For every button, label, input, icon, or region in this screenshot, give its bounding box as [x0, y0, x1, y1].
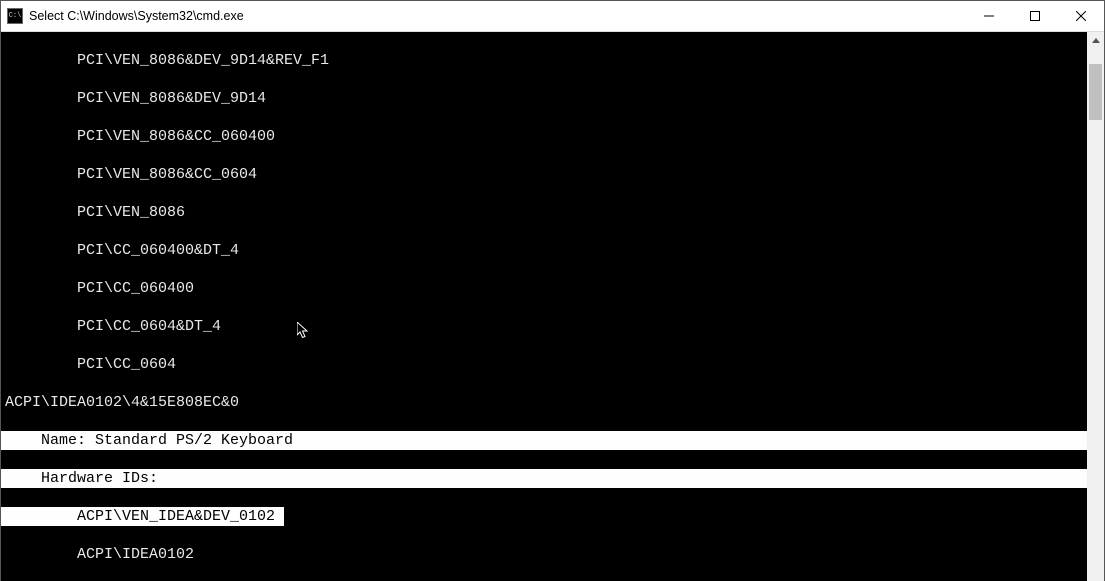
client-area: PCI\VEN_8086&DEV_9D14&REV_F1 PCI\VEN_808…	[1, 32, 1104, 581]
output-line: PCI\CC_060400	[1, 279, 1087, 298]
minimize-button[interactable]	[966, 1, 1012, 31]
output-line: PCI\CC_060400&DT_4	[1, 241, 1087, 260]
selected-line-partial: ACPI\VEN_IDEA&DEV_0102	[1, 507, 1087, 526]
scroll-up-button[interactable]	[1087, 32, 1104, 49]
maximize-button[interactable]	[1012, 1, 1058, 31]
vertical-scrollbar[interactable]	[1087, 32, 1104, 581]
scroll-track[interactable]	[1087, 49, 1104, 581]
output-line: ACPI\IDEA0102	[1, 545, 1087, 564]
output-line: ACPI\IDEA0102\4&15E808EC&0	[1, 393, 1087, 412]
window-title: Select C:\Windows\System32\cmd.exe	[29, 9, 244, 23]
output-line: PCI\CC_0604&DT_4	[1, 317, 1087, 336]
close-button[interactable]	[1058, 1, 1104, 31]
output-line: PCI\VEN_8086&DEV_9D14	[1, 89, 1087, 108]
cmd-icon	[7, 8, 23, 24]
selected-line: Name: Standard PS/2 Keyboard	[1, 431, 1087, 450]
cmd-window: Select C:\Windows\System32\cmd.exe PCI\V…	[0, 0, 1105, 581]
output-line: PCI\VEN_8086&CC_060400	[1, 127, 1087, 146]
output-line: PCI\VEN_8086	[1, 203, 1087, 222]
output-line: PCI\CC_0604	[1, 355, 1087, 374]
scroll-thumb[interactable]	[1089, 64, 1102, 120]
terminal-output[interactable]: PCI\VEN_8086&DEV_9D14&REV_F1 PCI\VEN_808…	[1, 32, 1087, 581]
selected-text: ACPI\VEN_IDEA&DEV_0102	[1, 507, 284, 526]
title-bar[interactable]: Select C:\Windows\System32\cmd.exe	[1, 1, 1104, 32]
output-line: PCI\VEN_8086&CC_0604	[1, 165, 1087, 184]
selected-line: Hardware IDs:	[1, 469, 1087, 488]
output-line: PCI\VEN_8086&DEV_9D14&REV_F1	[1, 51, 1087, 70]
